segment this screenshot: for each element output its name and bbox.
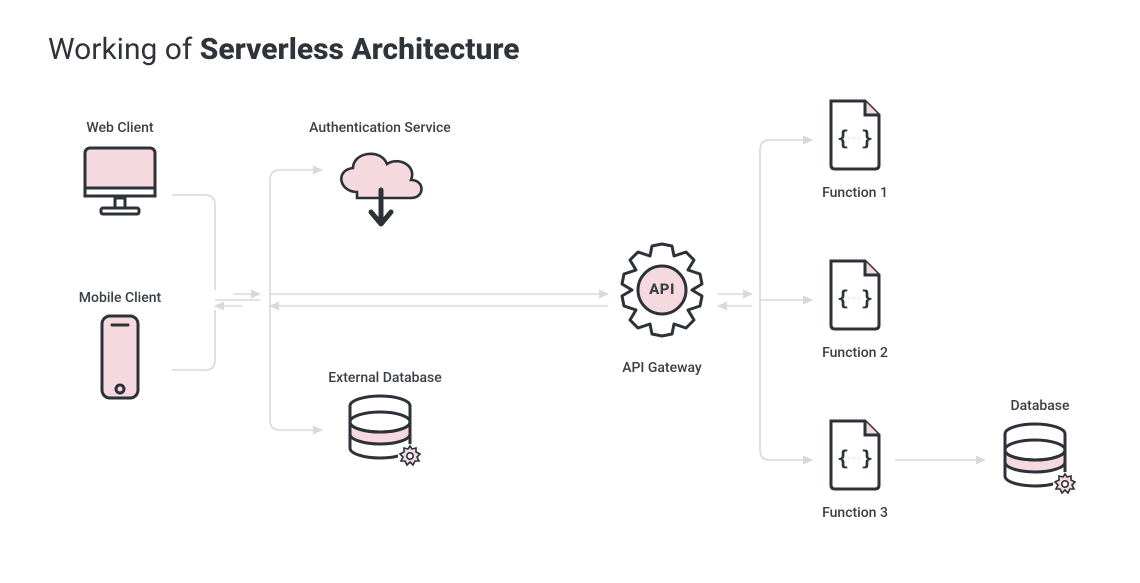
- node-database: Database: [985, 398, 1095, 510]
- monitor-icon: [77, 142, 163, 218]
- database-gear-icon: [995, 420, 1085, 506]
- api-badge: API: [602, 280, 722, 298]
- node-external-database: External Database: [300, 370, 470, 482]
- file-code-icon: { } ···: [819, 95, 891, 175]
- database-gear-icon: [340, 392, 430, 478]
- gateway-label: API Gateway: [602, 360, 722, 376]
- node-authentication-service: Authentication Service: [280, 120, 480, 238]
- web-client-label: Web Client: [60, 120, 180, 136]
- node-api-gateway: API API Gateway: [602, 238, 722, 376]
- svg-text:···: ···: [848, 132, 863, 145]
- extdb-label: External Database: [300, 370, 470, 386]
- title-prefix: Working of: [48, 32, 200, 67]
- node-function-3: { } ··· Function 3: [810, 415, 900, 521]
- file-code-icon: { } ···: [819, 415, 891, 495]
- fn1-label: Function 1: [810, 185, 900, 201]
- cloud-download-icon: [325, 142, 435, 234]
- db-label: Database: [985, 398, 1095, 414]
- node-mobile-client: Mobile Client: [60, 290, 180, 410]
- fn2-label: Function 2: [810, 345, 900, 361]
- title-bold: Serverless Architecture: [200, 32, 520, 67]
- file-code-icon: { } ···: [819, 255, 891, 335]
- svg-text:···: ···: [848, 452, 863, 465]
- phone-icon: [90, 312, 150, 406]
- node-function-1: { } ··· Function 1: [810, 95, 900, 201]
- mobile-client-label: Mobile Client: [60, 290, 180, 306]
- fn3-label: Function 3: [810, 505, 900, 521]
- auth-label: Authentication Service: [280, 120, 480, 136]
- diagram-title: Working of Serverless Architecture: [48, 32, 520, 67]
- node-function-2: { } ··· Function 2: [810, 255, 900, 361]
- svg-text:···: ···: [848, 292, 863, 305]
- node-web-client: Web Client: [60, 120, 180, 222]
